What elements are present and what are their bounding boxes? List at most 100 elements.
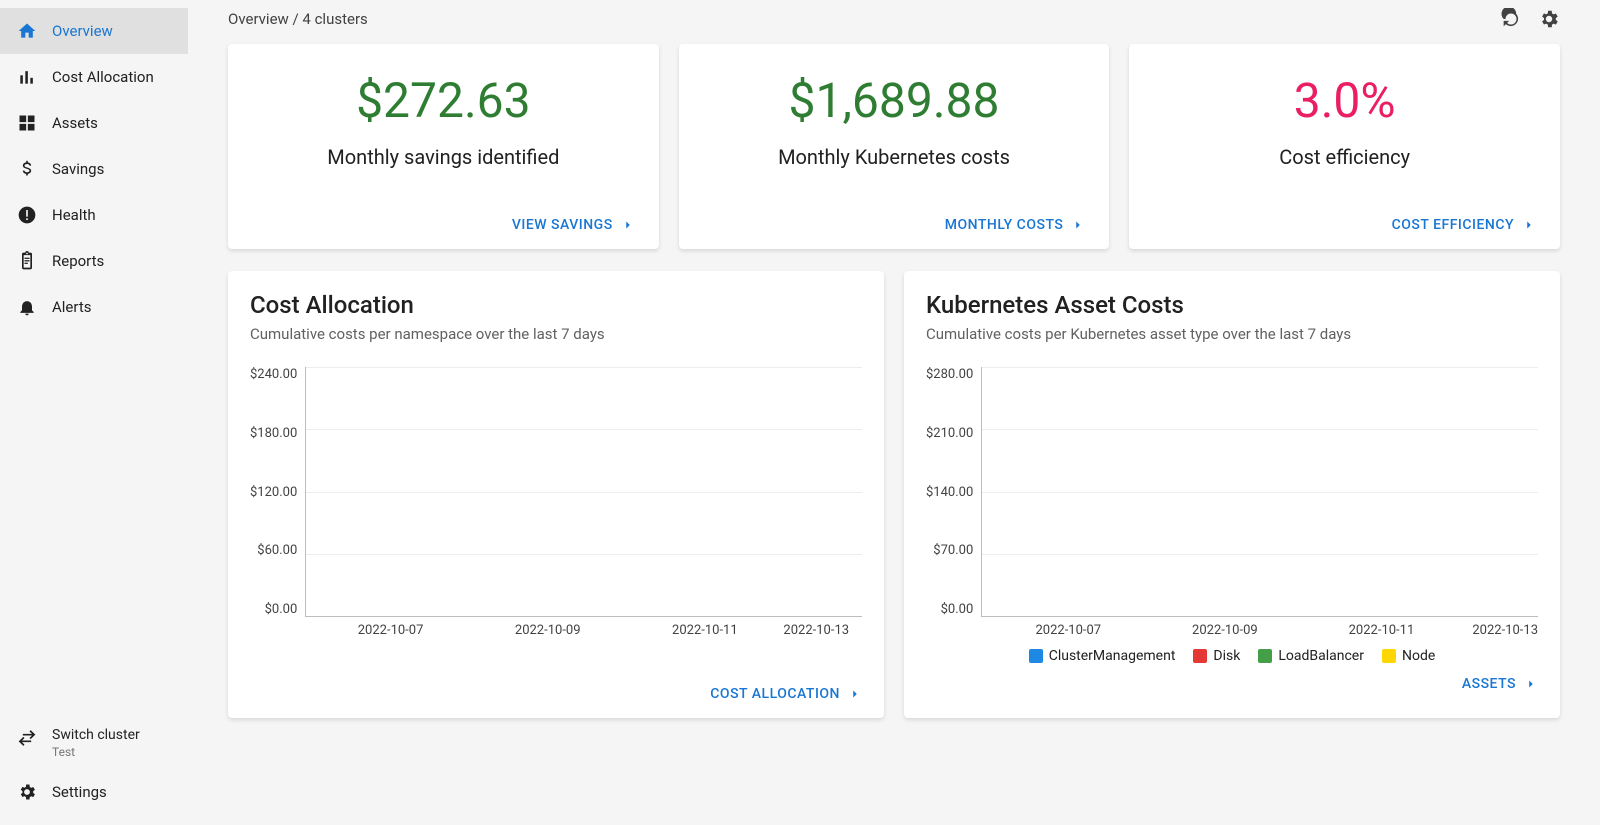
sidebar-main-nav: Overview Cost Allocation Assets Savings	[0, 8, 188, 717]
metric-value: $1,689.88	[703, 72, 1086, 129]
home-icon	[16, 20, 38, 42]
x-tick: 2022-10-13	[1460, 623, 1538, 638]
chart-y-axis: $240.00$180.00$120.00$60.00$0.00	[250, 367, 305, 617]
alert-circle-icon	[16, 204, 38, 226]
chart-x-axis: 2022-10-072022-10-092022-10-112022-10-13	[990, 623, 1538, 638]
sidebar-footer: Switch cluster Test Settings	[0, 717, 188, 825]
legend-label: LoadBalancer	[1278, 648, 1364, 664]
y-tick: $60.00	[250, 543, 297, 558]
chart-legend: ClusterManagement Disk LoadBalancer Node	[926, 648, 1538, 664]
panel-subtitle: Cumulative costs per namespace over the …	[250, 325, 862, 343]
chart-plot	[305, 367, 862, 617]
switch-cluster-title: Switch cluster	[52, 727, 140, 743]
cost-efficiency-link[interactable]: COST EFFICIENCY	[1153, 205, 1536, 233]
metric-value: 3.0%	[1153, 72, 1536, 129]
legend-swatch	[1193, 649, 1207, 663]
y-tick: $240.00	[250, 367, 297, 382]
sidebar-item-savings[interactable]: Savings	[0, 146, 188, 192]
bell-icon	[16, 296, 38, 318]
legend-label: Disk	[1213, 648, 1240, 664]
y-tick: $180.00	[250, 426, 297, 441]
assets-link[interactable]: ASSETS	[926, 664, 1538, 692]
sidebar-item-alerts[interactable]: Alerts	[0, 284, 188, 330]
x-tick: 2022-10-09	[469, 623, 626, 638]
metric-card-kubernetes-costs: $1,689.88 Monthly Kubernetes costs MONTH…	[679, 44, 1110, 249]
card-link-label: COST EFFICIENCY	[1392, 217, 1514, 233]
sidebar-item-reports[interactable]: Reports	[0, 238, 188, 284]
toolbar-icons	[1500, 8, 1560, 30]
chevron-right-icon	[621, 218, 635, 232]
legend-swatch	[1258, 649, 1272, 663]
card-link-label: COST ALLOCATION	[710, 686, 840, 702]
metric-value: $272.63	[252, 72, 635, 129]
switch-cluster-sub: Test	[52, 745, 140, 759]
legend-label: ClusterManagement	[1049, 648, 1176, 664]
panel-subtitle: Cumulative costs per Kubernetes asset ty…	[926, 325, 1538, 343]
monthly-costs-link[interactable]: MONTHLY COSTS	[703, 205, 1086, 233]
legend-item: ClusterManagement	[1029, 648, 1176, 664]
chart-panels-row: Cost Allocation Cumulative costs per nam…	[228, 271, 1560, 718]
sidebar-switch-text: Switch cluster Test	[52, 727, 140, 759]
refresh-icon[interactable]	[1500, 8, 1522, 30]
sidebar-item-label: Reports	[52, 252, 104, 270]
sidebar-item-health[interactable]: Health	[0, 192, 188, 238]
sidebar-switch-cluster[interactable]: Switch cluster Test	[0, 717, 188, 769]
chevron-right-icon	[1524, 677, 1538, 691]
card-link-label: ASSETS	[1462, 676, 1516, 692]
metric-card-savings: $272.63 Monthly savings identified VIEW …	[228, 44, 659, 249]
metric-card-cost-efficiency: 3.0% Cost efficiency COST EFFICIENCY	[1129, 44, 1560, 249]
y-tick: $140.00	[926, 485, 973, 500]
dollar-icon	[16, 158, 38, 180]
panel-title: Kubernetes Asset Costs	[926, 291, 1538, 319]
gear-icon[interactable]	[1538, 8, 1560, 30]
card-link-label: MONTHLY COSTS	[945, 217, 1064, 233]
sidebar-item-cost-allocation[interactable]: Cost Allocation	[0, 54, 188, 100]
legend-item: Disk	[1193, 648, 1240, 664]
y-tick: $70.00	[926, 543, 973, 558]
legend-swatch	[1029, 649, 1043, 663]
panel-title: Cost Allocation	[250, 291, 862, 319]
clipboard-icon	[16, 250, 38, 272]
chevron-right-icon	[848, 687, 862, 701]
sidebar-item-label: Overview	[52, 22, 113, 40]
legend-item: LoadBalancer	[1258, 648, 1364, 664]
sidebar-item-label: Health	[52, 206, 96, 224]
chevron-right-icon	[1522, 218, 1536, 232]
chevron-right-icon	[1071, 218, 1085, 232]
x-tick: 2022-10-11	[1303, 623, 1460, 638]
legend-item: Node	[1382, 648, 1435, 664]
chart-asset-costs: $280.00$210.00$140.00$70.00$0.00 2022-10…	[926, 367, 1538, 664]
sidebar-item-label: Assets	[52, 114, 98, 132]
metric-label: Monthly savings identified	[252, 145, 635, 169]
x-tick: 2022-10-07	[990, 623, 1147, 638]
bar-chart-icon	[16, 66, 38, 88]
metric-cards-row: $272.63 Monthly savings identified VIEW …	[228, 44, 1560, 249]
legend-swatch	[1382, 649, 1396, 663]
chart-plot	[981, 367, 1538, 617]
card-link-label: VIEW SAVINGS	[512, 217, 613, 233]
y-tick: $280.00	[926, 367, 973, 382]
view-savings-link[interactable]: VIEW SAVINGS	[252, 205, 635, 233]
y-tick: $0.00	[926, 602, 973, 617]
sidebar-item-overview[interactable]: Overview	[0, 8, 188, 54]
y-tick: $120.00	[250, 485, 297, 500]
chart-cost-allocation: $240.00$180.00$120.00$60.00$0.00 2022-10…	[250, 367, 862, 638]
chart-bars	[982, 367, 1538, 616]
swap-icon	[16, 727, 38, 749]
x-tick: 2022-10-11	[626, 623, 783, 638]
sidebar-item-label: Savings	[52, 160, 104, 178]
chart-y-axis: $280.00$210.00$140.00$70.00$0.00	[926, 367, 981, 617]
main-content: Overview / 4 clusters $272.63 Monthly sa…	[188, 0, 1600, 825]
panel-asset-costs: Kubernetes Asset Costs Cumulative costs …	[904, 271, 1560, 718]
gear-icon	[16, 781, 38, 803]
cost-allocation-link[interactable]: COST ALLOCATION	[250, 674, 862, 702]
x-tick: 2022-10-13	[783, 623, 862, 638]
panel-cost-allocation: Cost Allocation Cumulative costs per nam…	[228, 271, 884, 718]
sidebar-item-assets[interactable]: Assets	[0, 100, 188, 146]
metric-label: Cost efficiency	[1153, 145, 1536, 169]
sidebar-item-label: Cost Allocation	[52, 68, 154, 86]
breadcrumb: Overview / 4 clusters	[228, 10, 368, 28]
chart-x-axis: 2022-10-072022-10-092022-10-112022-10-13	[312, 623, 862, 638]
sidebar-item-settings[interactable]: Settings	[0, 769, 188, 815]
sidebar: Overview Cost Allocation Assets Savings	[0, 0, 188, 825]
